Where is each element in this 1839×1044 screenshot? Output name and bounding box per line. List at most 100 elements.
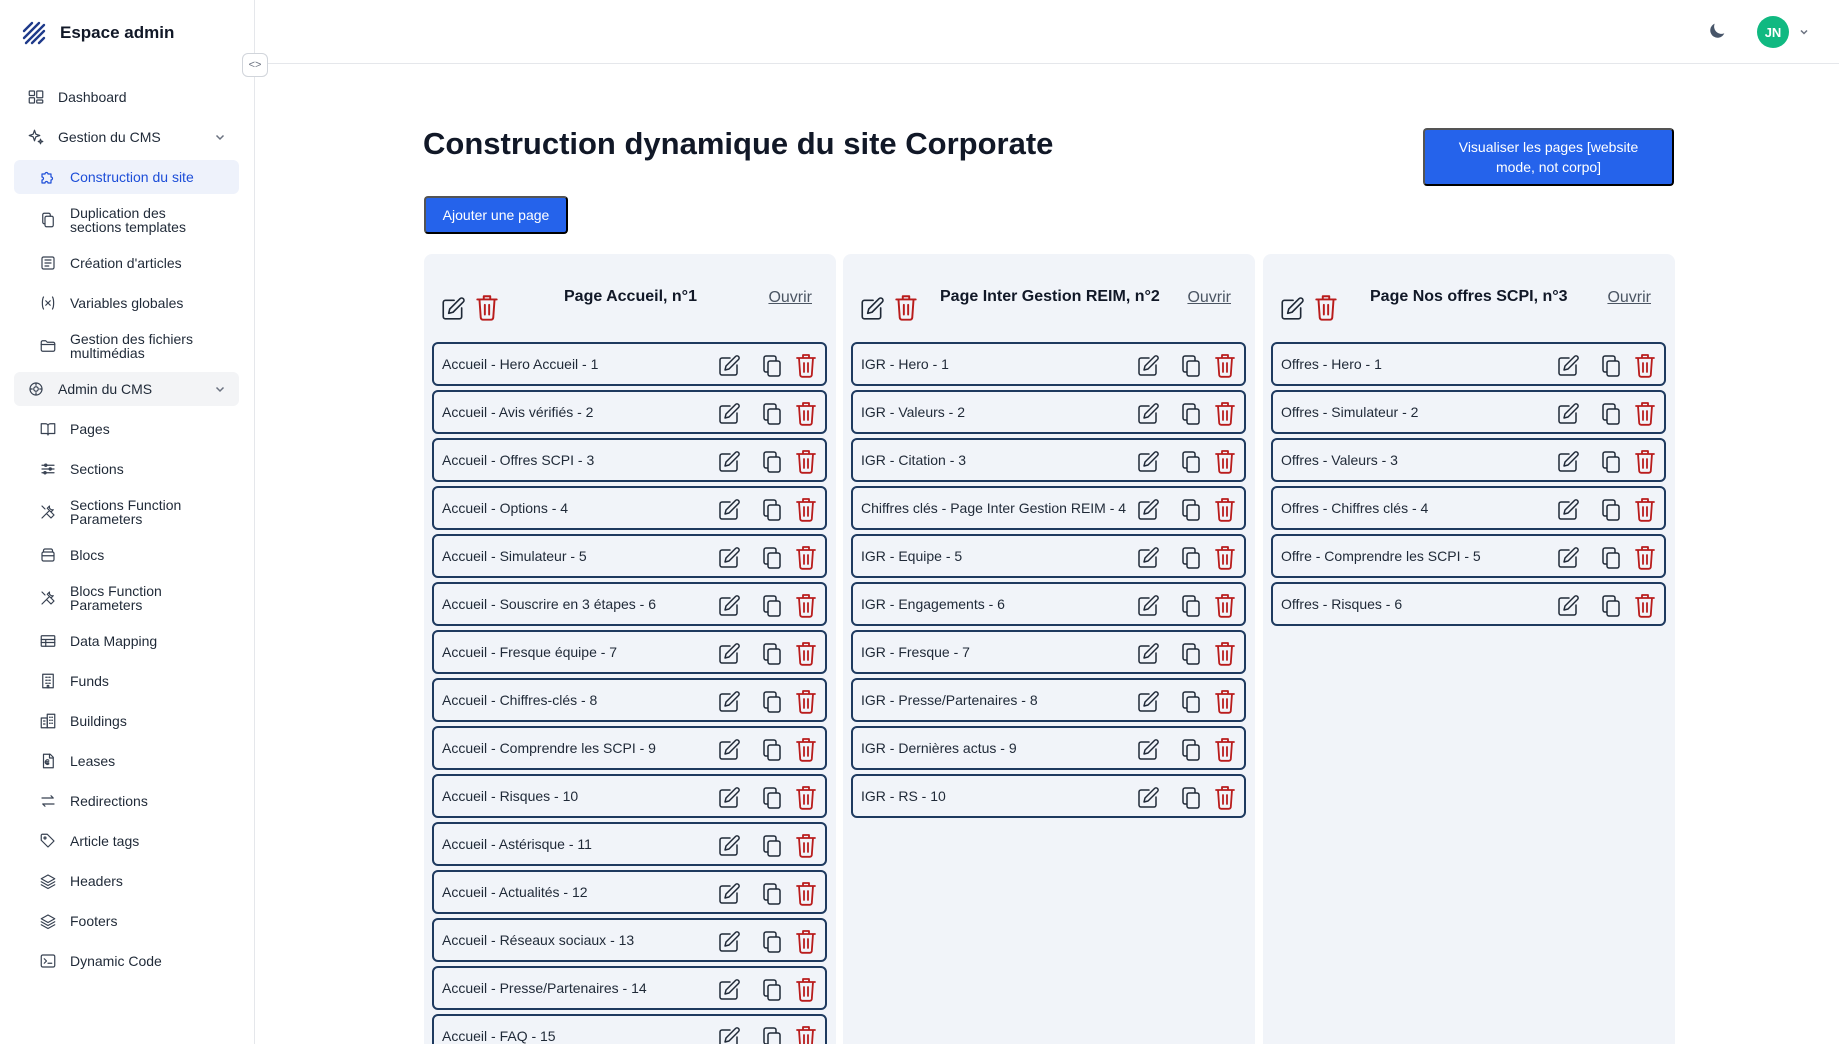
trash-icon[interactable]: [794, 592, 818, 618]
edit-icon[interactable]: [1136, 354, 1160, 378]
sidebar-item-creation-d-articles[interactable]: Création d'articles: [14, 246, 239, 280]
trash-icon[interactable]: [1633, 400, 1657, 426]
section-item[interactable]: Accueil - Presse/Partenaires - 14: [432, 966, 827, 1010]
copy-icon[interactable]: [760, 546, 784, 570]
trash-icon[interactable]: [794, 688, 818, 714]
section-item[interactable]: Chiffres clés - Page Inter Gestion REIM …: [851, 486, 1246, 530]
section-item[interactable]: IGR - Dernières actus - 9: [851, 726, 1246, 770]
trash-icon[interactable]: [794, 832, 818, 858]
copy-icon[interactable]: [1179, 690, 1203, 714]
edit-icon[interactable]: [859, 296, 885, 322]
section-item[interactable]: IGR - Hero - 1: [851, 342, 1246, 386]
view-pages-button[interactable]: Visualiser les pages [website mode, not …: [1423, 128, 1674, 186]
copy-icon[interactable]: [760, 834, 784, 858]
sidebar-item-redirections[interactable]: Redirections: [14, 784, 239, 818]
copy-icon[interactable]: [760, 450, 784, 474]
edit-icon[interactable]: [1556, 354, 1580, 378]
copy-icon[interactable]: [1179, 642, 1203, 666]
copy-icon[interactable]: [760, 738, 784, 762]
trash-icon[interactable]: [1213, 352, 1237, 378]
section-item[interactable]: IGR - Engagements - 6: [851, 582, 1246, 626]
copy-icon[interactable]: [1179, 594, 1203, 618]
sidebar-item-buildings[interactable]: Buildings: [14, 704, 239, 738]
trash-icon[interactable]: [1213, 688, 1237, 714]
edit-icon[interactable]: [717, 834, 741, 858]
copy-icon[interactable]: [760, 978, 784, 1002]
edit-icon[interactable]: [1136, 594, 1160, 618]
trash-icon[interactable]: [1633, 448, 1657, 474]
sidebar-item-duplication-des-sections-templates[interactable]: Duplication des sections templates: [14, 200, 239, 240]
copy-icon[interactable]: [1179, 450, 1203, 474]
section-item[interactable]: Accueil - Réseaux sociaux - 13: [432, 918, 827, 962]
sidebar-item-data-mapping[interactable]: Data Mapping: [14, 624, 239, 658]
trash-icon[interactable]: [794, 640, 818, 666]
edit-icon[interactable]: [1136, 690, 1160, 714]
sidebar-item-headers[interactable]: Headers: [14, 864, 239, 898]
section-item[interactable]: Accueil - Risques - 10: [432, 774, 827, 818]
open-page-link[interactable]: Ouvrir: [1607, 289, 1651, 307]
sidebar-item-funds[interactable]: Funds: [14, 664, 239, 698]
copy-icon[interactable]: [1599, 546, 1623, 570]
open-page-link[interactable]: Ouvrir: [768, 289, 812, 307]
sidebar-item-dynamic-code[interactable]: Dynamic Code: [14, 944, 239, 978]
copy-icon[interactable]: [1599, 402, 1623, 426]
section-item[interactable]: IGR - Valeurs - 2: [851, 390, 1246, 434]
copy-icon[interactable]: [760, 690, 784, 714]
edit-icon[interactable]: [717, 354, 741, 378]
sidebar-item-variables-globales[interactable]: Variables globales: [14, 286, 239, 320]
copy-icon[interactable]: [760, 402, 784, 426]
sidebar-item-sections-function-parameters[interactable]: Sections Function Parameters: [14, 492, 239, 532]
edit-icon[interactable]: [717, 882, 741, 906]
edit-icon[interactable]: [1136, 450, 1160, 474]
section-item[interactable]: Offres - Risques - 6: [1271, 582, 1666, 626]
trash-icon[interactable]: [1213, 784, 1237, 810]
avatar[interactable]: JN: [1757, 16, 1789, 48]
chevron-down-icon[interactable]: [1798, 26, 1810, 38]
sidebar-item-sections[interactable]: Sections: [14, 452, 239, 486]
copy-icon[interactable]: [1179, 402, 1203, 426]
copy-icon[interactable]: [1179, 738, 1203, 762]
section-item[interactable]: Accueil - Souscrire en 3 étapes - 6: [432, 582, 827, 626]
copy-icon[interactable]: [760, 498, 784, 522]
collapse-sidebar-button[interactable]: <>: [242, 53, 268, 77]
trash-icon[interactable]: [474, 293, 500, 321]
copy-icon[interactable]: [760, 354, 784, 378]
section-item[interactable]: IGR - Presse/Partenaires - 8: [851, 678, 1246, 722]
section-item[interactable]: Offres - Hero - 1: [1271, 342, 1666, 386]
edit-icon[interactable]: [1136, 546, 1160, 570]
trash-icon[interactable]: [1213, 496, 1237, 522]
trash-icon[interactable]: [1633, 592, 1657, 618]
sidebar-item-dashboard[interactable]: Dashboard: [14, 80, 239, 114]
edit-icon[interactable]: [1136, 498, 1160, 522]
trash-icon[interactable]: [1633, 352, 1657, 378]
copy-icon[interactable]: [1599, 450, 1623, 474]
edit-icon[interactable]: [717, 450, 741, 474]
sidebar-item-construction-du-site[interactable]: Construction du site: [14, 160, 239, 194]
section-item[interactable]: IGR - Equipe - 5: [851, 534, 1246, 578]
sidebar-item-article-tags[interactable]: Article tags: [14, 824, 239, 858]
trash-icon[interactable]: [1213, 592, 1237, 618]
section-item[interactable]: Offres - Valeurs - 3: [1271, 438, 1666, 482]
open-page-link[interactable]: Ouvrir: [1187, 289, 1231, 307]
section-item[interactable]: Accueil - Simulateur - 5: [432, 534, 827, 578]
chevron-down-icon[interactable]: [213, 130, 227, 144]
edit-icon[interactable]: [1136, 738, 1160, 762]
edit-icon[interactable]: [1556, 546, 1580, 570]
edit-icon[interactable]: [717, 594, 741, 618]
section-item[interactable]: Accueil - FAQ - 15: [432, 1014, 827, 1044]
sidebar-item-footers[interactable]: Footers: [14, 904, 239, 938]
section-item[interactable]: Accueil - Actualités - 12: [432, 870, 827, 914]
sidebar-item-pages[interactable]: Pages: [14, 412, 239, 446]
copy-icon[interactable]: [1599, 354, 1623, 378]
trash-icon[interactable]: [794, 448, 818, 474]
edit-icon[interactable]: [717, 546, 741, 570]
copy-icon[interactable]: [1179, 498, 1203, 522]
trash-icon[interactable]: [1213, 448, 1237, 474]
sidebar-item-gestion-du-cms[interactable]: Gestion du CMS: [14, 120, 239, 154]
trash-icon[interactable]: [794, 352, 818, 378]
copy-icon[interactable]: [760, 882, 784, 906]
section-item[interactable]: Accueil - Comprendre les SCPI - 9: [432, 726, 827, 770]
edit-icon[interactable]: [440, 296, 466, 322]
section-item[interactable]: Accueil - Astérisque - 11: [432, 822, 827, 866]
edit-icon[interactable]: [1136, 642, 1160, 666]
